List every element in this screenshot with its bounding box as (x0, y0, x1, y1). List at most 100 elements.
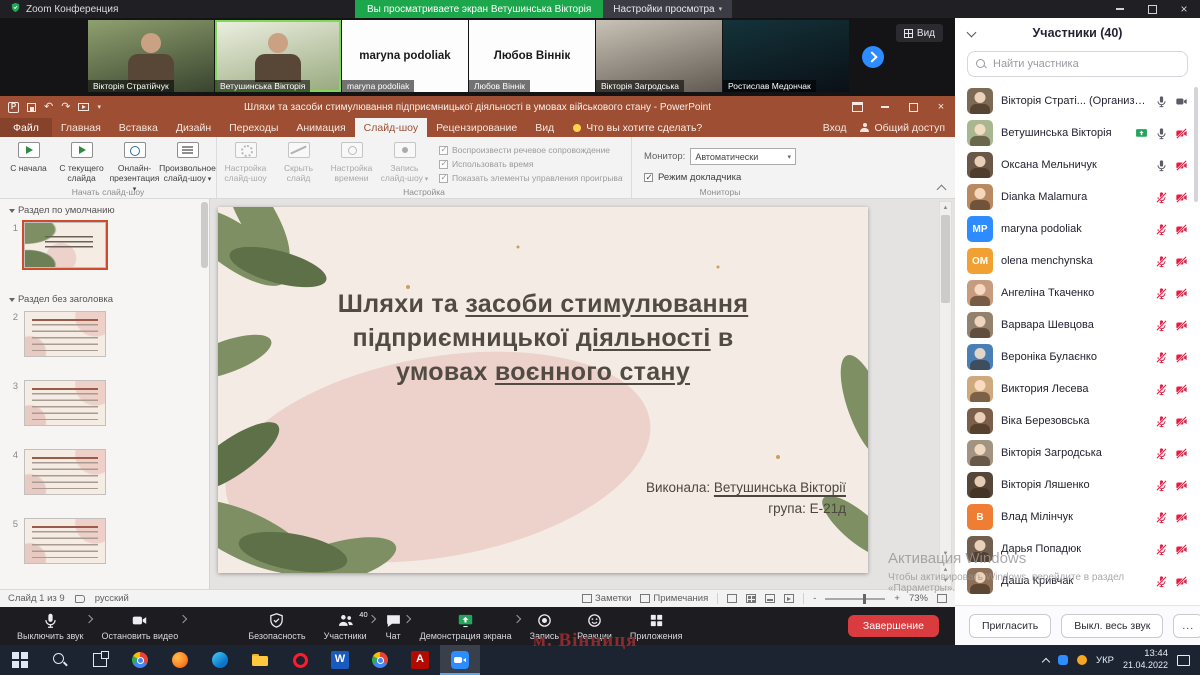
monitor-dropdown[interactable]: Автоматически ▾ (690, 148, 796, 165)
ribbon-tab[interactable]: Переходы (220, 118, 287, 137)
zoom-slider-thumb[interactable] (863, 594, 866, 604)
security-tray-icon[interactable] (1077, 655, 1087, 665)
chrome-icon-2[interactable] (360, 645, 400, 675)
slide-nav-buttons[interactable]: ▲ ▼ (939, 563, 952, 587)
ribbon-tab[interactable]: Главная (52, 118, 110, 137)
ribbon-checkbox[interactable]: Показать элементы управления проигрывате… (439, 173, 623, 183)
ribbon-tab[interactable]: Вставка (110, 118, 167, 137)
sign-in-link[interactable]: Вход (823, 122, 847, 134)
language-switcher[interactable]: УКР (1096, 655, 1114, 666)
language-indicator[interactable]: русский (95, 593, 129, 604)
zoom-in-button[interactable]: + (894, 593, 900, 604)
ppt-maximize-button[interactable] (899, 96, 927, 118)
ribbon-button[interactable]: С начала (2, 139, 55, 194)
notification-center-icon[interactable] (1177, 655, 1190, 666)
start-slideshow-qat-button[interactable] (78, 103, 89, 111)
fit-slide-icon[interactable] (937, 594, 947, 603)
mute-all-button[interactable]: Выкл. весь звук (1061, 614, 1163, 638)
word-icon[interactable] (320, 645, 360, 675)
maximize-button[interactable] (1136, 0, 1168, 18)
notes-toggle[interactable]: Заметки (582, 593, 631, 604)
slide-thumbnail-row[interactable]: 5 (0, 515, 209, 584)
task-view-icon[interactable] (80, 645, 120, 675)
record-button[interactable]: Запись (521, 607, 569, 645)
section-header[interactable]: Раздел без заголовка (0, 288, 209, 308)
slide-thumbnail[interactable] (24, 380, 106, 426)
slide-thumbnail[interactable] (24, 518, 106, 564)
participant-row[interactable]: OM olena menchynska (955, 245, 1200, 277)
minimize-button[interactable] (1104, 0, 1136, 18)
ribbon-tab[interactable]: Вид (526, 118, 563, 137)
slideshow-view-icon[interactable] (784, 594, 794, 603)
slide-thumbnail-row[interactable]: 2 (0, 308, 209, 377)
search-taskbar-icon[interactable] (40, 645, 80, 675)
participant-row[interactable]: B Влад Мілінчук (955, 501, 1200, 533)
ribbon-button[interactable]: Скрыть слайд (272, 139, 325, 186)
collapse-ribbon-button[interactable] (937, 185, 947, 195)
slide-sorter-view-icon[interactable] (746, 594, 756, 603)
reactions-button[interactable]: Реакции (568, 607, 621, 645)
video-tile[interactable]: maryna podoliak maryna podoliak (342, 20, 468, 92)
participant-row[interactable]: Виктория Лесева (955, 373, 1200, 405)
participants-button[interactable]: 40 Участники (315, 607, 376, 645)
slide-thumbnail-row[interactable]: 3 (0, 377, 209, 446)
zoom-slider[interactable] (825, 598, 885, 600)
scroll-up-icon[interactable]: ▲ (940, 202, 951, 214)
participant-row[interactable]: Вероніка Булаєнко (955, 341, 1200, 373)
start-button[interactable] (0, 645, 40, 675)
ribbon-button[interactable]: Настройка слайд-шоу (219, 139, 272, 186)
file-explorer-icon[interactable] (240, 645, 280, 675)
slide-thumbnail-row[interactable]: 4 (0, 446, 209, 515)
redo-button[interactable]: ↷ (61, 102, 70, 113)
more-options-button[interactable]: ... (1173, 614, 1200, 638)
acrobat-icon[interactable] (400, 645, 440, 675)
ribbon-button[interactable]: С текущего слайда (55, 139, 108, 194)
previous-slide-icon[interactable]: ▲ (940, 564, 951, 575)
reading-view-icon[interactable] (765, 594, 775, 603)
undo-button[interactable]: ↶ (44, 102, 53, 113)
ribbon-tab[interactable]: Рецензирование (427, 118, 526, 137)
participant-row[interactable]: Віка Березовська (955, 405, 1200, 437)
ppt-close-button[interactable]: × (927, 96, 955, 118)
slide-thumbnail-row[interactable]: 1 (0, 219, 209, 288)
scroll-down-icon[interactable]: ▼ (940, 548, 951, 560)
participant-row[interactable]: Вікторія Загродська (955, 437, 1200, 469)
slide-thumbnail[interactable] (24, 222, 106, 268)
video-tile[interactable]: Ростислав Медончак (723, 20, 849, 92)
comments-toggle[interactable]: Примечания (640, 593, 708, 604)
ribbon-checkbox[interactable]: Использовать время (439, 159, 623, 169)
ribbon-button[interactable]: Настройка времени (325, 139, 378, 186)
edge-icon[interactable] (200, 645, 240, 675)
normal-view-icon[interactable] (727, 594, 737, 603)
video-tile[interactable]: Ветушинська Вікторія (215, 20, 341, 92)
participant-row[interactable]: Вікторія Ляшенко (955, 469, 1200, 501)
share-screen-button[interactable]: Демонстрация экрана (411, 607, 521, 645)
participant-row[interactable]: Дарья Попадюк (955, 533, 1200, 565)
ribbon-button[interactable]: Онлайн-презентация (108, 139, 161, 194)
ribbon-display-button[interactable] (843, 96, 871, 118)
chevron-down-icon[interactable] (967, 28, 977, 38)
zoom-tray-icon[interactable] (1058, 655, 1068, 665)
participant-row[interactable]: Варвара Шевцова (955, 309, 1200, 341)
qat-customize-button[interactable]: ▾ (97, 104, 101, 111)
ribbon-tab[interactable]: Анимация (287, 118, 354, 137)
panel-scrollbar[interactable] (1194, 87, 1198, 202)
next-slide-icon[interactable]: ▼ (940, 575, 951, 586)
proofing-icon[interactable] (75, 595, 85, 603)
participant-row[interactable]: Даша Кривчак (955, 565, 1200, 597)
view-settings-button[interactable]: Настройки просмотра▾ (603, 0, 732, 18)
ribbon-tab[interactable]: Дизайн (167, 118, 220, 137)
tray-expand-icon[interactable] (1042, 657, 1050, 665)
video-tile[interactable]: Вікторія Загродська (596, 20, 722, 92)
outline-scrollbar[interactable] (201, 202, 208, 268)
ppt-minimize-button[interactable] (871, 96, 899, 118)
video-tile[interactable]: Вікторія Стратійчук (88, 20, 214, 92)
participant-row[interactable]: Вікторія Страті... (Организатор, я) (955, 85, 1200, 117)
participant-row[interactable]: Ветушинська Вікторія (955, 117, 1200, 149)
search-input[interactable] (993, 58, 1179, 70)
opera-icon[interactable] (280, 645, 320, 675)
slide-thumbnail[interactable] (24, 449, 106, 495)
participant-row[interactable]: Dianka Malamura (955, 181, 1200, 213)
slide-thumbnail[interactable] (24, 311, 106, 357)
close-button[interactable]: × (1168, 0, 1200, 18)
